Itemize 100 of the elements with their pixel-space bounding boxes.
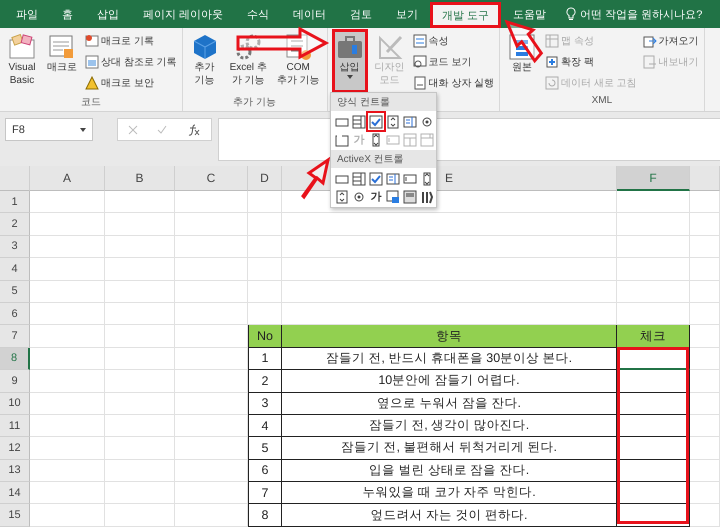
sheet-cell[interactable] [617,236,690,258]
sheet-cell[interactable] [105,482,175,504]
sheet-cell[interactable] [175,302,248,326]
sheet-cell[interactable] [30,258,105,281]
sheet-cell[interactable] [690,213,720,236]
sheet-cell[interactable] [30,213,105,236]
control-item[interactable] [368,113,384,130]
ribbon-tab[interactable]: 도움말 [501,0,558,28]
enter-icon[interactable] [157,124,168,134]
name-box[interactable]: F8 [5,118,93,141]
column-header[interactable]: D [248,166,282,191]
sheet-cell[interactable] [690,325,720,348]
sheet-cell[interactable] [105,348,175,370]
control-item[interactable] [385,113,401,130]
sheet-cell[interactable] [30,280,105,303]
ribbon-command[interactable]: 가져오기 [642,31,699,50]
row-header[interactable]: 3 [0,236,30,258]
ribbon-command[interactable]: 매크로 기록 [85,31,154,50]
column-header[interactable]: B [105,166,175,191]
ribbon-command[interactable]: 확장 팩 [545,52,594,71]
sheet-cell[interactable] [690,258,720,281]
sheet-cell[interactable] [175,258,248,281]
ribbon-button[interactable]: Excel 추 가 기능 [228,30,269,92]
ribbon-button[interactable]: Visual Basic [5,30,39,92]
ribbon-tab[interactable]: 페이지 레이아웃 [131,0,236,28]
ribbon-command[interactable]: 상대 참조로 기록 [85,52,177,71]
row-header[interactable]: 2 [0,213,30,236]
ribbon-button[interactable]: 원본 [505,30,540,92]
ribbon-command[interactable]: 코드 보기 [412,52,472,71]
control-item[interactable] [402,188,418,205]
sheet-cell[interactable] [105,213,175,236]
sheet-cell[interactable] [30,325,105,348]
sheet-cell[interactable] [690,191,720,214]
sheet-cell[interactable] [175,280,248,303]
sheet-cell[interactable] [105,258,175,281]
sheet-cell[interactable] [248,236,282,258]
sheet-cell[interactable] [30,348,105,370]
sheet-cell[interactable] [690,392,720,415]
sheet-cell[interactable] [690,504,720,527]
sheet-cell[interactable] [30,302,105,326]
sheet-cell[interactable] [690,236,720,258]
row-header[interactable]: 14 [0,482,30,504]
row-header[interactable]: 15 [0,504,30,527]
sheet-cell[interactable] [690,302,720,326]
sheet-cell[interactable] [690,414,720,438]
ribbon-tab[interactable]: 개발 도구 [430,2,502,28]
row-header[interactable]: 12 [0,437,30,460]
sheet-cell[interactable] [617,280,690,303]
sheet-cell[interactable] [30,460,105,482]
sheet-cell[interactable] [105,325,175,348]
ribbon-command[interactable]: 매크로 보안 [85,73,154,92]
row-header[interactable]: 7 [0,325,30,348]
column-header[interactable] [690,166,720,191]
sheet-cell[interactable] [617,213,690,236]
sheet-cell[interactable] [105,437,175,460]
ribbon-tab[interactable]: 파일 [4,0,50,28]
ribbon-button[interactable]: COM 추가 기능 [274,30,322,92]
sheet-cell[interactable] [617,191,690,214]
ribbon-command[interactable]: 대화 상자 실행 [412,73,494,92]
ribbon-button[interactable]: 삽입 [332,30,367,92]
ribbon-tab[interactable]: 검토 [338,0,384,28]
control-item[interactable] [385,188,401,205]
sheet-cell[interactable] [105,280,175,303]
ribbon-tab[interactable]: 홈 [50,0,85,28]
row-header[interactable]: 1 [0,191,30,214]
control-item[interactable] [368,170,384,187]
row-header[interactable]: 13 [0,460,30,482]
sheet-cell[interactable] [105,370,175,393]
cancel-icon[interactable] [128,124,138,134]
control-item[interactable] [351,113,367,130]
sheet-cell[interactable] [690,482,720,504]
sheet-cell[interactable] [30,437,105,460]
sheet-cell[interactable] [690,348,720,370]
select-all-corner[interactable] [0,166,30,191]
column-header[interactable]: C [175,166,248,191]
sheet-cell[interactable] [105,460,175,482]
control-item[interactable] [334,188,350,205]
control-item[interactable] [351,170,367,187]
sheet-cell[interactable] [105,414,175,438]
row-header[interactable]: 11 [0,414,30,438]
sheet-cell[interactable] [105,392,175,415]
sheet-cell[interactable] [248,280,282,303]
sheet-cell[interactable] [690,460,720,482]
sheet-cell[interactable] [105,302,175,326]
sheet-cell[interactable] [105,191,175,214]
column-header[interactable]: A [30,166,105,191]
sheet-cell[interactable] [175,236,248,258]
sheet-cell[interactable] [30,370,105,393]
sheet-cell[interactable] [282,280,617,303]
row-header[interactable]: 6 [0,302,30,326]
sheet-cell[interactable] [282,236,617,258]
row-header[interactable]: 8 [0,348,30,370]
sheet-cell[interactable] [105,236,175,258]
sheet-cell[interactable] [175,213,248,236]
sheet-cell[interactable] [690,280,720,303]
sheet-cell[interactable] [248,258,282,281]
tell-me-field[interactable]: 어떤 작업을 원하시나요? [580,6,702,22]
sheet-cell[interactable] [30,414,105,438]
ribbon-tab[interactable]: 데이터 [281,0,338,28]
sheet-cell[interactable] [30,504,105,527]
